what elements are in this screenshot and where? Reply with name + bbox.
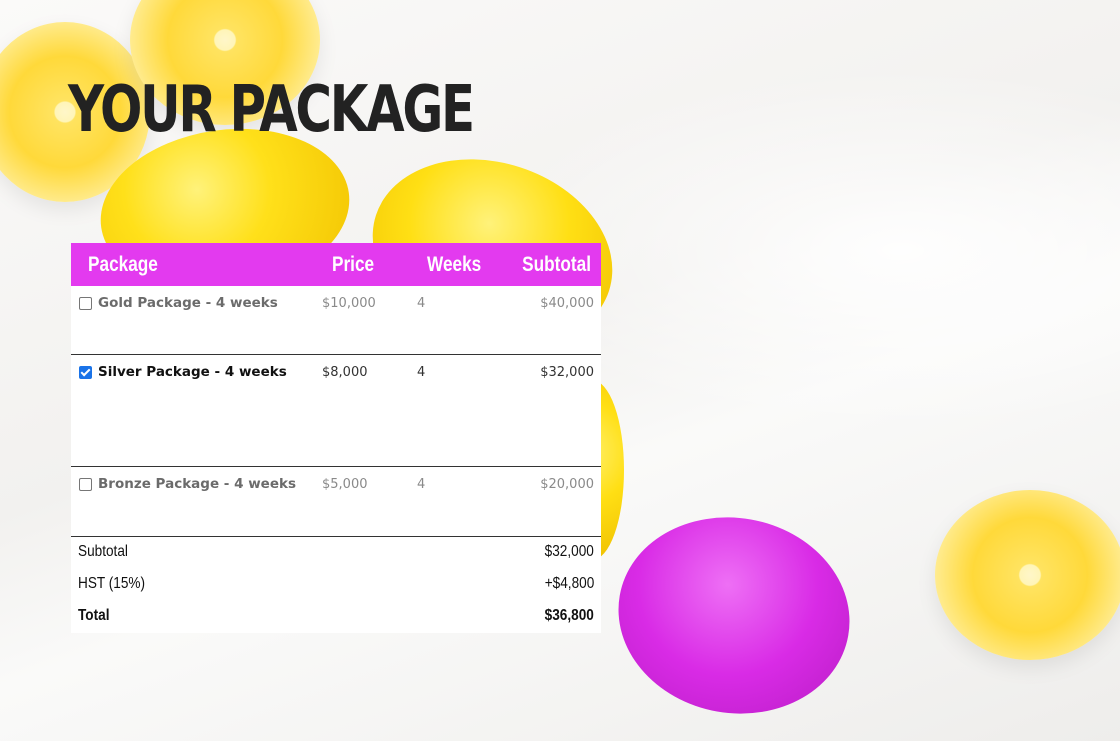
package-subtotal: $40,000 bbox=[540, 296, 594, 311]
tax-line: HST (15%) +$4,800 bbox=[78, 575, 594, 599]
package-price: $5,000 bbox=[322, 477, 368, 492]
package-weeks: 4 bbox=[417, 296, 426, 311]
magenta-lemon bbox=[602, 499, 866, 732]
page-title: YOUR PACKAGE bbox=[68, 73, 475, 147]
subtotal-value: $32,000 bbox=[544, 543, 594, 560]
header-price: Price bbox=[332, 253, 375, 276]
package-subtotal: $20,000 bbox=[540, 477, 594, 492]
tax-label: HST (15%) bbox=[78, 575, 146, 592]
package-name: Silver Package - 4 weeks bbox=[98, 364, 287, 380]
package-table: Package Price Weeks Subtotal Gold Packag… bbox=[71, 243, 601, 633]
package-row-gold[interactable]: Gold Package - 4 weeks $10,000 4 $40,000 bbox=[71, 286, 601, 355]
totals-section: Subtotal $32,000 HST (15%) +$4,800 Total… bbox=[71, 537, 601, 633]
package-price: $8,000 bbox=[322, 365, 368, 380]
package-weeks: 4 bbox=[417, 365, 426, 380]
lemon-slice-bottom-right bbox=[935, 490, 1120, 660]
package-name: Bronze Package - 4 weeks bbox=[98, 476, 296, 492]
total-label: Total bbox=[78, 607, 110, 624]
package-subtotal: $32,000 bbox=[540, 365, 594, 380]
tax-value: +$4,800 bbox=[544, 575, 594, 592]
subtotal-line: Subtotal $32,000 bbox=[78, 543, 594, 567]
header-package: Package bbox=[88, 253, 158, 276]
silver-package-checkbox[interactable] bbox=[79, 366, 92, 379]
gold-package-checkbox[interactable] bbox=[79, 297, 92, 310]
package-row-bronze[interactable]: Bronze Package - 4 weeks $5,000 4 $20,00… bbox=[71, 467, 601, 537]
total-value: $36,800 bbox=[544, 607, 594, 624]
subtotal-label: Subtotal bbox=[78, 543, 128, 560]
header-weeks: Weeks bbox=[427, 253, 482, 276]
bronze-package-checkbox[interactable] bbox=[79, 478, 92, 491]
total-line: Total $36,800 bbox=[78, 607, 594, 631]
package-price: $10,000 bbox=[322, 296, 376, 311]
package-weeks: 4 bbox=[417, 477, 426, 492]
table-header: Package Price Weeks Subtotal bbox=[71, 243, 601, 286]
header-subtotal: Subtotal bbox=[522, 253, 591, 276]
package-row-silver[interactable]: Silver Package - 4 weeks $8,000 4 $32,00… bbox=[71, 355, 601, 467]
package-name: Gold Package - 4 weeks bbox=[98, 295, 278, 311]
